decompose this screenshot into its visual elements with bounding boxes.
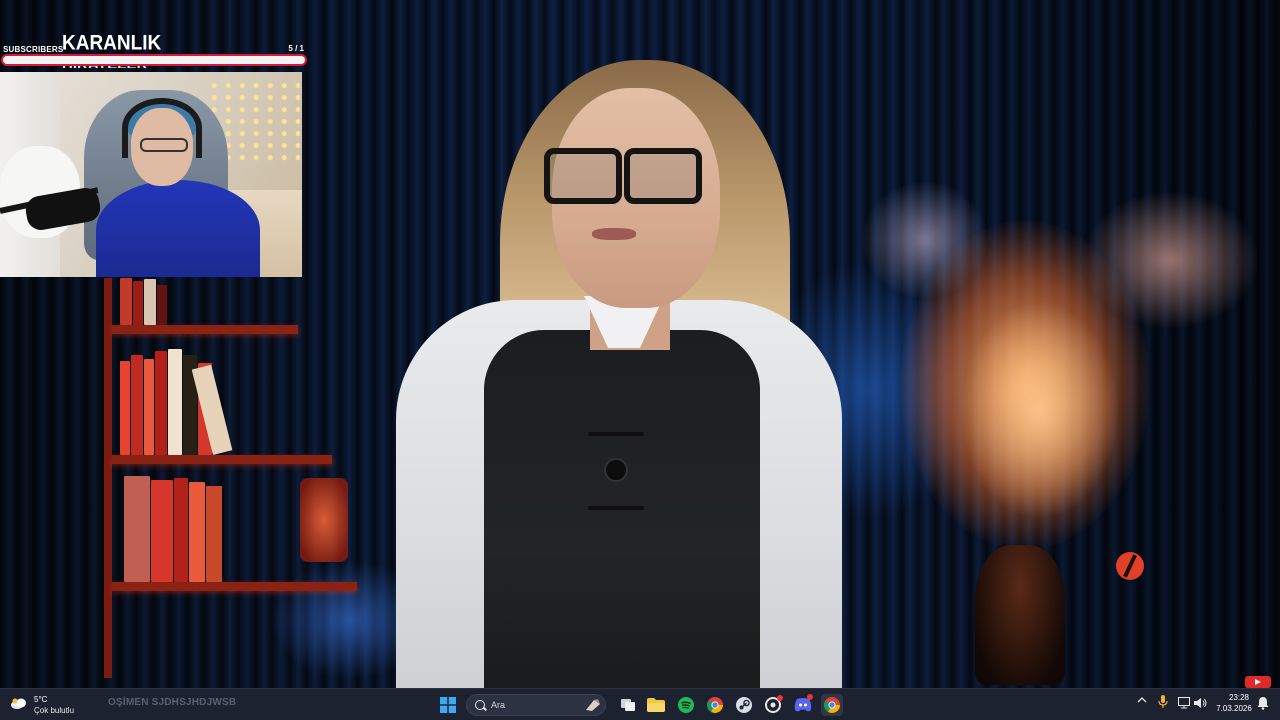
search-icon — [475, 700, 485, 710]
steam-icon — [736, 697, 752, 713]
channel-logo-icon — [1116, 552, 1144, 580]
subscriber-goal-progress-fill — [3, 56, 305, 64]
notification-dot — [777, 695, 783, 701]
subscriber-goal-progress-bar — [1, 54, 307, 66]
clock-date: 7.03.2026 — [1216, 704, 1252, 713]
volume-tray-button[interactable] — [1194, 697, 1208, 712]
file-explorer-button[interactable] — [645, 694, 667, 716]
salt-lamp — [300, 478, 348, 562]
ubisoft-button[interactable] — [762, 694, 784, 716]
ticker-text: OŞİMEN SJDHSJHDJWSB — [108, 697, 237, 708]
weather-temperature: 5°C — [34, 695, 48, 704]
notification-dot — [807, 694, 813, 700]
discord-icon — [794, 698, 812, 712]
microphone-icon — [1158, 695, 1168, 708]
chrome-button[interactable] — [704, 694, 726, 716]
chrome-active-button[interactable] — [821, 694, 843, 716]
youtube-icon — [1245, 676, 1271, 688]
speaker-icon — [1194, 698, 1207, 708]
spotify-icon — [678, 697, 694, 713]
microphone-arm — [0, 185, 110, 233]
start-button[interactable] — [437, 694, 459, 716]
headset — [122, 98, 202, 158]
chrome-icon — [707, 697, 723, 713]
weather-widget[interactable]: 5°C Çok bulutlu — [10, 693, 90, 717]
search-highlight-icon — [586, 699, 600, 711]
folder-icon — [647, 698, 665, 712]
taskbar-search-box[interactable]: Ara — [466, 694, 606, 716]
windows-icon — [440, 697, 456, 713]
subscriber-goal-title: KARANLIK — [62, 31, 162, 56]
webcam-overlay — [0, 72, 302, 277]
cloud-icon — [11, 698, 26, 709]
subscriber-goal-label: SUBSCRIBERS — [3, 45, 64, 54]
taskbar: 5°C Çok bulutlu OŞİMEN SJDHSJHDJWSB Ara — [0, 688, 1280, 720]
clock-time: 23:28 — [1228, 693, 1250, 702]
subscriber-goal-widget: SUBSCRIBERS KARANLIK HİKAYELER 5 / 1 — [0, 31, 307, 68]
task-view-button[interactable] — [617, 694, 639, 716]
bell-icon — [1257, 697, 1269, 710]
discord-button[interactable] — [792, 694, 814, 716]
notifications-button[interactable] — [1257, 696, 1269, 713]
chevron-up-icon — [1137, 697, 1147, 703]
spotify-button[interactable] — [675, 694, 697, 716]
show-hidden-icons-button[interactable] — [1137, 696, 1147, 707]
network-tray-button[interactable] — [1178, 697, 1192, 712]
microphone-tray-button[interactable] — [1158, 695, 1168, 712]
weather-condition: Çok bulutlu — [34, 706, 75, 715]
lapel-microphone — [604, 458, 628, 482]
steam-button[interactable] — [733, 694, 755, 716]
task-view-icon — [621, 699, 635, 711]
subscriber-goal-count: 5 / 1 — [288, 44, 304, 53]
network-icon — [1178, 697, 1190, 709]
chrome-icon — [824, 697, 840, 713]
search-placeholder: Ara — [491, 700, 506, 710]
